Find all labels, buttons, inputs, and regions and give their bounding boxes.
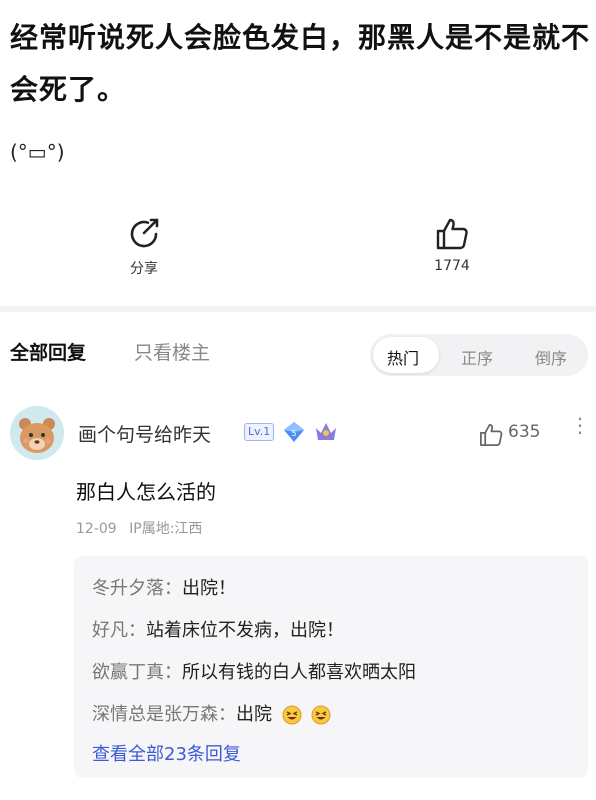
more-vertical-icon[interactable]: ⋮ [570, 415, 590, 435]
list-item[interactable]: 欲赢丁真：所以有钱的白人都喜欢晒太阳 [92, 658, 416, 684]
post-card: 经常听说死人会脸色发白，那黑人是不是就不会死了。 (°▭°) 分享 1774 [0, 0, 596, 310]
comment-text: 那白人怎么活的 [76, 480, 216, 504]
comment-username[interactable]: 画个句号给昨天 [78, 420, 211, 447]
view-all-replies-link[interactable]: 查看全部23条回复 [92, 740, 241, 766]
comment-ip: IP属地:江西 [129, 521, 203, 537]
reply-text: 出院！ [182, 578, 236, 599]
post-body-kaomoji: (°▭°) [10, 140, 65, 164]
reply-preview-box[interactable]: 冬升夕落：出院！ 好凡：站着床位不发病，出院！ 欲赢丁真：所以有钱的白人都喜欢晒… [74, 556, 588, 778]
comment-like-count: 635 [508, 422, 541, 442]
level-badge: Lv.1 [244, 423, 275, 441]
grinning-emoji-icon [311, 705, 331, 725]
grinning-emoji-icon [282, 705, 302, 725]
reply-tabs-bar: 全部回复 只看楼主 热门 正序 倒序 [0, 312, 596, 384]
share-icon [130, 218, 159, 248]
avatar[interactable] [10, 406, 64, 460]
post-like-count: 1774 [434, 258, 470, 274]
comment-like-icon[interactable] [478, 422, 504, 448]
post-title: 经常听说死人会脸色发白，那黑人是不是就不会死了。 [10, 21, 591, 106]
sort-toggle: 热门 正序 倒序 [370, 334, 588, 376]
reply-author[interactable]: 欲赢丁真 [92, 662, 164, 683]
reply-author[interactable]: 深情总是张万森 [92, 704, 218, 725]
tab-all-replies[interactable]: 全部回复 [10, 338, 86, 365]
list-item[interactable]: 好凡：站着床位不发病，出院！ [92, 616, 344, 642]
list-item[interactable]: 深情总是张万森：出院 [92, 700, 331, 726]
sort-descending[interactable]: 倒序 [535, 345, 567, 369]
post-like-button[interactable]: 1774 [412, 216, 492, 274]
diamond-badge-icon: 5 [284, 422, 304, 442]
thumbs-up-icon [436, 218, 468, 250]
bear-avatar-icon [10, 406, 64, 460]
share-label: 分享 [130, 261, 158, 277]
reply-text: 所以有钱的白人都喜欢晒太阳 [182, 662, 416, 683]
comment-meta: 12-09 IP属地:江西 [76, 518, 210, 538]
sort-hot[interactable]: 热门 [387, 345, 419, 369]
comment-date: 12-09 [76, 521, 117, 537]
crown-badge-icon [316, 423, 336, 440]
tab-op-only[interactable]: 只看楼主 [134, 338, 210, 365]
sort-ascending[interactable]: 正序 [461, 345, 493, 369]
list-item[interactable]: 冬升夕落：出院！ [92, 574, 236, 600]
share-button[interactable]: 分享 [104, 216, 184, 278]
reply-author[interactable]: 好凡 [92, 620, 128, 641]
reply-text: 出院 [236, 704, 272, 725]
reply-author[interactable]: 冬升夕落 [92, 578, 164, 599]
svg-text:5: 5 [291, 429, 296, 438]
reply-text: 站着床位不发病，出院！ [146, 620, 344, 641]
